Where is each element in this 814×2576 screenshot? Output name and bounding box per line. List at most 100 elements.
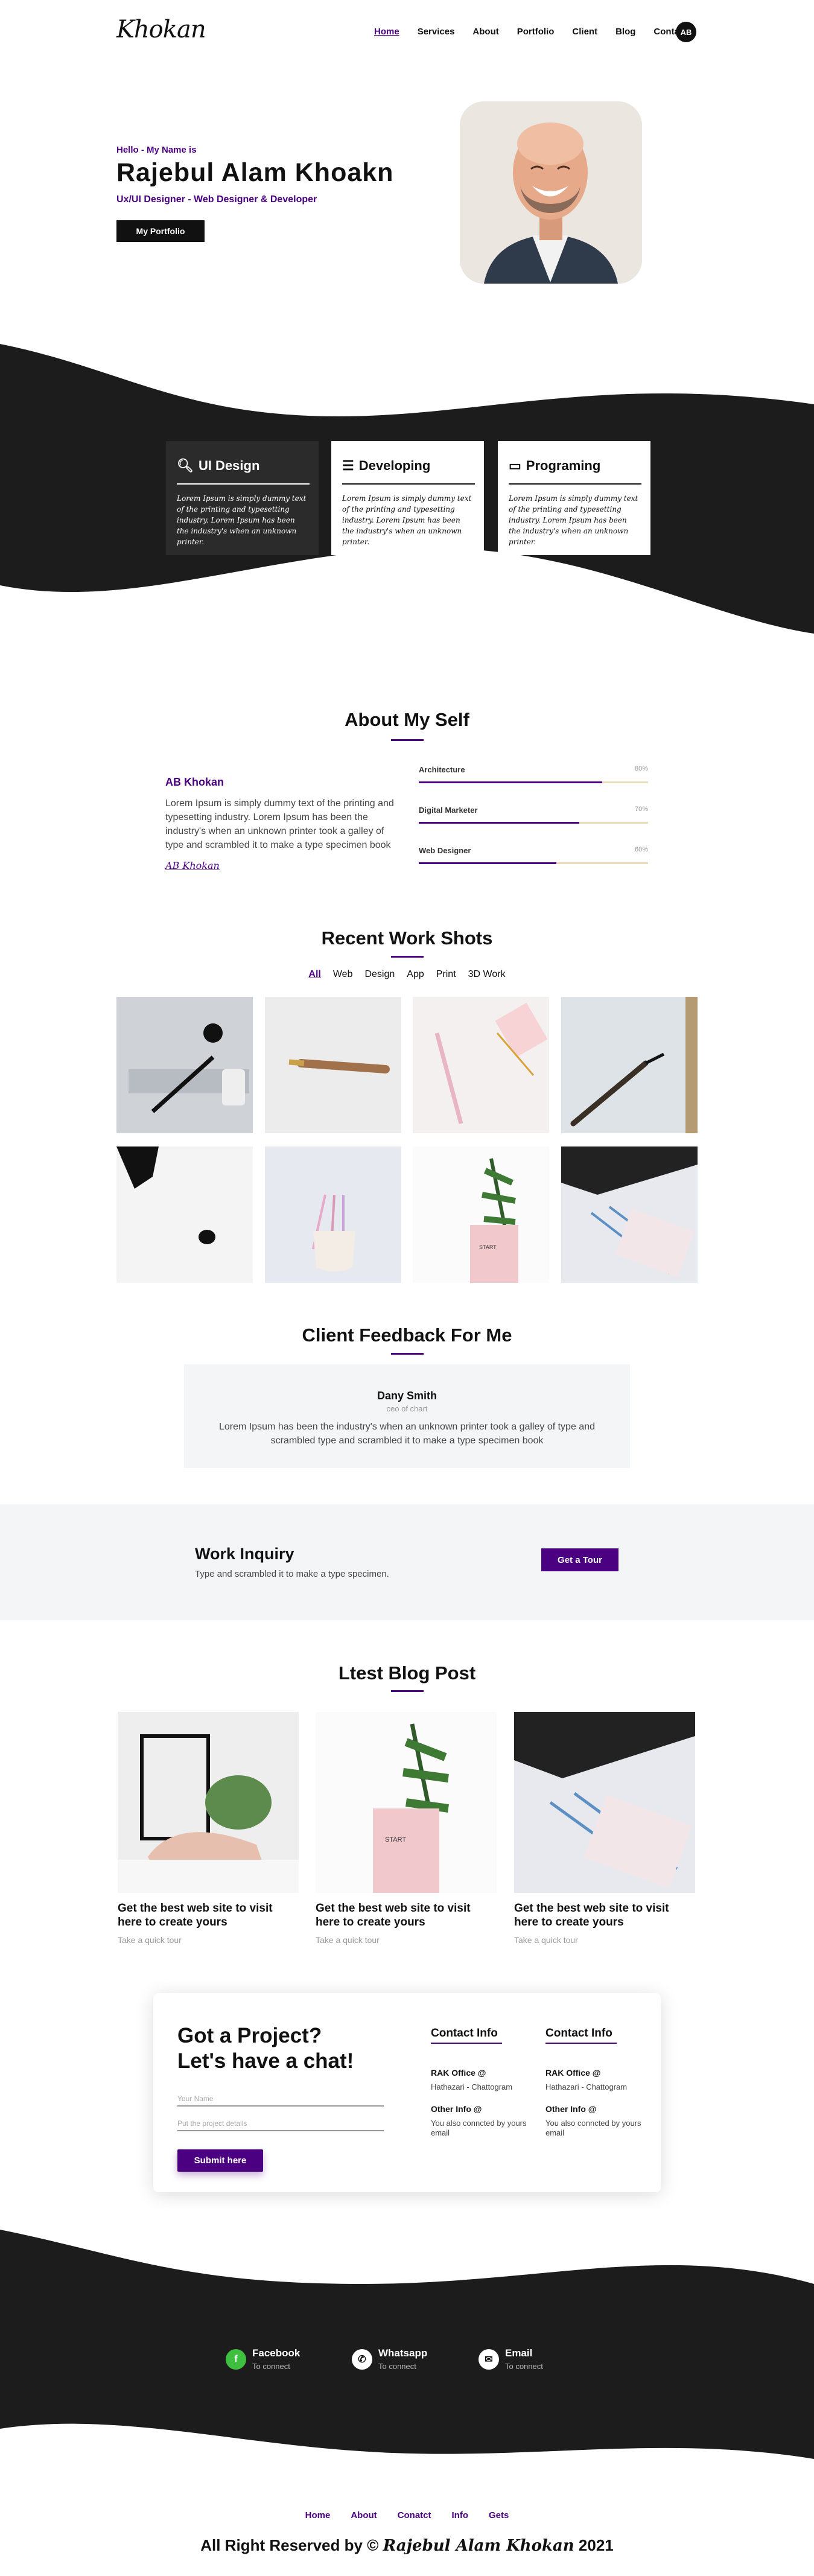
service-card-ui-design[interactable]: 🔍︎ UI Design Lorem Ipsum is simply dummy … — [166, 441, 319, 555]
blog-post-link[interactable]: Take a quick tour — [316, 1935, 497, 1945]
filter-print[interactable]: Print — [436, 969, 456, 980]
footer-link-info[interactable]: Info — [452, 2510, 469, 2520]
nav-about[interactable]: About — [472, 27, 498, 37]
top-navigation: Khokan Home Services About Portfolio Cli… — [0, 0, 814, 60]
hero-greeting: Hello - My Name is — [116, 145, 197, 155]
work-shot-gold-pen[interactable] — [265, 997, 401, 1133]
blog-post-title[interactable]: Get the best web site to visit here to c… — [118, 1901, 299, 1929]
contact-heading: Got a Project? Let's have a chat! — [177, 2023, 354, 2074]
work-shot-ink-drop[interactable] — [116, 1146, 253, 1283]
filter-web[interactable]: Web — [333, 969, 353, 980]
portfolio-button[interactable]: My Portfolio — [116, 220, 205, 242]
service-card-programing[interactable]: ▭ Programing Lorem Ipsum is simply dummy … — [498, 441, 650, 555]
nav-services[interactable]: Services — [418, 27, 455, 37]
about-title: About My Self — [345, 709, 469, 730]
nav-client[interactable]: Client — [572, 27, 597, 37]
main-menu: Home Services About Portfolio Client Blo… — [374, 27, 705, 37]
copyright: All Right Reserved by © Rajebul Alam Kho… — [0, 2536, 814, 2555]
skill-percent: 70% — [634, 806, 648, 813]
avatar[interactable]: AB — [676, 22, 696, 42]
project-details-field[interactable]: Put the project details — [177, 2119, 384, 2131]
blog-post-title[interactable]: Get the best web site to visit here to c… — [316, 1901, 497, 1929]
work-title: Recent Work Shots — [321, 927, 493, 949]
submit-button[interactable]: Submit here — [177, 2149, 263, 2172]
svg-text:START: START — [479, 1244, 497, 1250]
work-shot-pencil-cup[interactable] — [265, 1146, 401, 1283]
nav-blog[interactable]: Blog — [615, 27, 635, 37]
copyright-prefix: All Right Reserved by © — [200, 2536, 379, 2554]
service-title: UI Design — [198, 458, 260, 473]
laptop-icon: ▭ — [509, 458, 521, 473]
contact-info-title: Contact Info — [545, 2027, 612, 2040]
inquiry-subtitle: Type and scrambled it to make a type spe… — [195, 1569, 389, 1579]
whatsapp-icon: ✆ — [352, 2349, 372, 2370]
nav-home[interactable]: Home — [374, 27, 399, 37]
name-field[interactable]: Your Name — [177, 2094, 384, 2107]
social-sub: To connect — [378, 2362, 416, 2371]
footer-link-gets[interactable]: Gets — [489, 2510, 509, 2520]
service-title: Programing — [526, 458, 601, 473]
service-card-developing[interactable]: ☰ Developing Lorem Ipsum is simply dummy … — [331, 441, 484, 555]
social-name: Whatsapp — [378, 2347, 428, 2359]
office-address: Hathazari - Chattogram — [431, 2082, 513, 2091]
work-filters: All Web Design App Print 3D Work — [0, 969, 814, 980]
get-a-tour-button[interactable]: Get a Tour — [541, 1548, 618, 1571]
feedback-title: Client Feedback For Me — [302, 1325, 512, 1346]
social-email[interactable]: ✉ Email To connect — [479, 2347, 543, 2371]
footer-navigation: Home About Conatct Info Gets — [0, 2510, 814, 2520]
title-underline — [391, 739, 424, 741]
filter-3d-work[interactable]: 3D Work — [468, 969, 506, 980]
blog-card[interactable]: Get the best web site to visit here to c… — [118, 1712, 299, 1945]
social-whatsapp[interactable]: ✆ Whatsapp To connect — [352, 2347, 427, 2371]
divider — [177, 483, 310, 485]
skill-bar-digital-marketer: Digital Marketer 70% — [419, 806, 648, 824]
blog-title: Ltest Blog Post — [338, 1662, 476, 1684]
office-address: Hathazari - Chattogram — [545, 2082, 628, 2091]
footer-link-contact[interactable]: Conatct — [398, 2510, 431, 2520]
contact-heading-line-1: Got a Project? — [177, 2024, 322, 2047]
other-info-text: You also conncted by yours email — [431, 2119, 527, 2137]
title-underline — [545, 2043, 617, 2044]
blog-post-link[interactable]: Take a quick tour — [514, 1935, 695, 1945]
layers-icon: ☰ — [342, 458, 354, 473]
search-icon: 🔍︎ — [177, 458, 194, 473]
filter-app[interactable]: App — [407, 969, 424, 980]
signature: AB Khokan — [165, 860, 220, 871]
skill-percent: 80% — [634, 765, 648, 772]
social-facebook[interactable]: f Facebook To connect — [226, 2347, 300, 2371]
title-underline — [431, 2043, 502, 2044]
nav-portfolio[interactable]: Portfolio — [517, 27, 555, 37]
blog-image-laptop-pens — [514, 1712, 695, 1893]
footer-link-about[interactable]: About — [351, 2510, 377, 2520]
service-title: Developing — [358, 458, 431, 473]
work-shot-pink-pencil[interactable] — [413, 997, 549, 1133]
work-shot-nib-pen[interactable] — [561, 997, 698, 1133]
facebook-icon: f — [226, 2349, 246, 2370]
work-shot-notebook-plant[interactable]: START — [413, 1146, 549, 1283]
blog-image-sneaker — [118, 1712, 299, 1893]
service-text: Lorem Ipsum is simply dummy text of the … — [509, 494, 638, 546]
site-logo[interactable]: Khokan — [116, 16, 206, 43]
copyright-name: Rajebul Alam Khokan — [383, 2537, 574, 2555]
skill-fill — [419, 822, 579, 824]
filter-all[interactable]: All — [308, 969, 320, 980]
contact-info-title: Contact Info — [431, 2027, 498, 2040]
blog-post-title[interactable]: Get the best web site to visit here to c… — [514, 1901, 695, 1929]
blog-image-notebook-plant: START — [316, 1712, 497, 1893]
blog-card[interactable]: Get the best web site to visit here to c… — [514, 1712, 695, 1945]
contact-info-column: Contact Info RAK Office @ Hathazari - Ch… — [545, 2027, 660, 2138]
blog-card[interactable]: START Get the best web site to visit her… — [316, 1712, 497, 1945]
other-info-label: Other Info @ — [545, 2104, 597, 2114]
svg-text:START: START — [385, 1836, 406, 1843]
title-underline — [391, 1353, 424, 1355]
blog-post-link[interactable]: Take a quick tour — [118, 1935, 299, 1945]
office-label: RAK Office @ — [545, 2068, 601, 2078]
testimonial-role: ceo of chart — [386, 1404, 428, 1413]
filter-design[interactable]: Design — [364, 969, 395, 980]
work-shot-laptop-pens[interactable] — [561, 1146, 698, 1283]
social-sub: To connect — [505, 2362, 543, 2371]
footer-link-home[interactable]: Home — [305, 2510, 331, 2520]
social-name: Facebook — [252, 2347, 300, 2359]
work-shot-fountain-pen-bottle[interactable] — [116, 997, 253, 1133]
testimonial-name: Dany Smith — [377, 1390, 437, 1402]
